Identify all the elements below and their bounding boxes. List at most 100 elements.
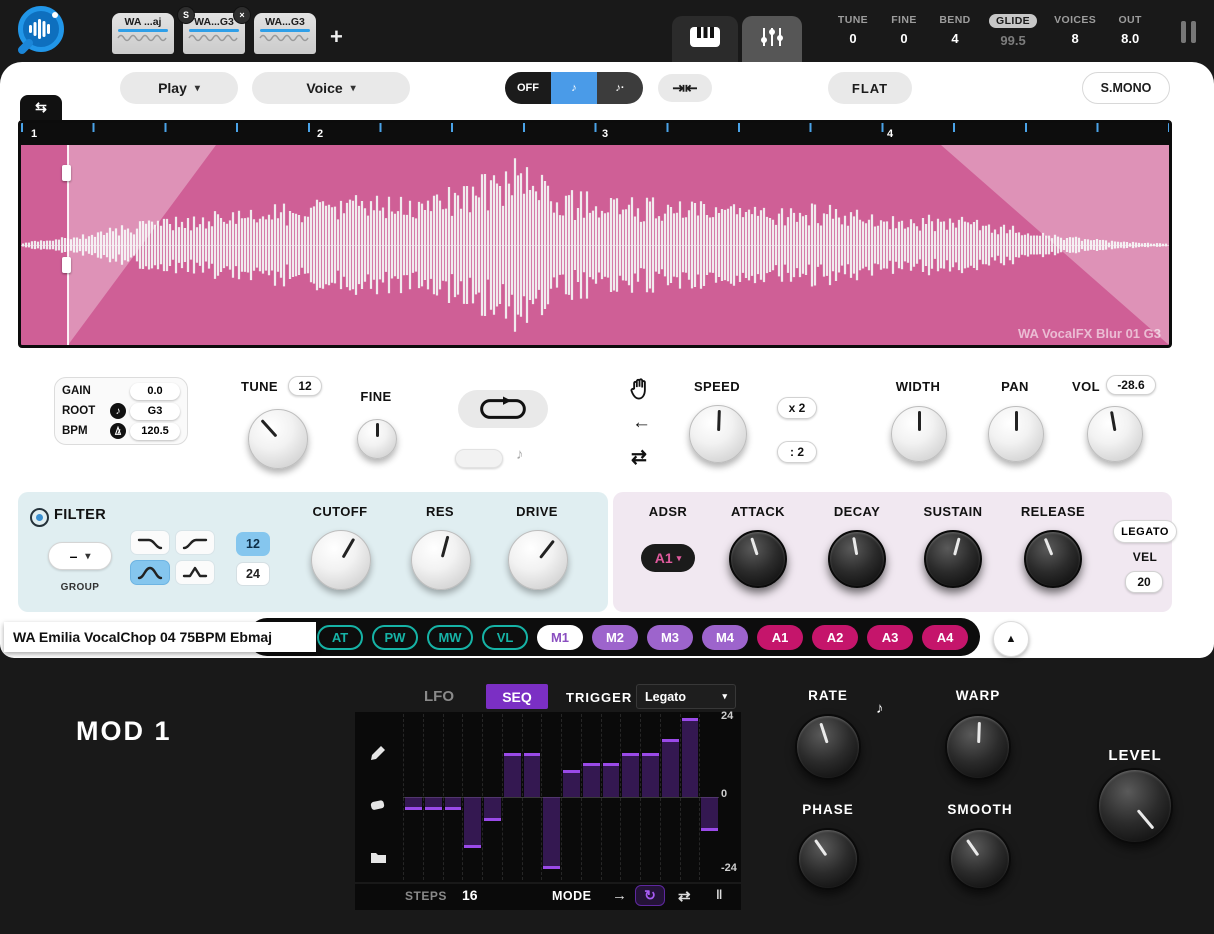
seq-step-11[interactable] xyxy=(601,714,621,880)
legato-button[interactable]: LEGATO xyxy=(1113,520,1177,543)
loop-playback-button[interactable] xyxy=(458,390,548,428)
speed-half-button[interactable]: : 2 xyxy=(777,441,817,463)
tune-knob-value[interactable]: 12 xyxy=(288,376,322,396)
tune-value[interactable]: 0 xyxy=(849,31,856,46)
source-mw-button[interactable]: MW xyxy=(427,625,473,650)
waveform-area[interactable]: WA VocalFX Blur 01 G3 xyxy=(21,145,1169,345)
seq-step-13[interactable] xyxy=(640,714,660,880)
loop-sync-value[interactable] xyxy=(455,449,503,468)
vol-knob-value[interactable]: -28.6 xyxy=(1106,375,1156,395)
loop-note-icon[interactable]: ♪ xyxy=(516,446,524,463)
mode-loop-button[interactable]: ↻ xyxy=(635,885,665,906)
collapse-panel-button[interactable]: ▲ xyxy=(993,621,1029,657)
start-marker-handle[interactable] xyxy=(62,257,71,273)
tab-seq[interactable]: SEQ xyxy=(486,684,548,709)
drive-knob[interactable] xyxy=(508,530,568,590)
filter-highpass-button[interactable] xyxy=(175,530,215,555)
sample-tab-1[interactable]: WA ...aj xyxy=(112,13,174,54)
sync-straight-button[interactable]: ♪ xyxy=(551,72,597,104)
tab-mixer-view[interactable] xyxy=(742,16,802,62)
sustain-knob[interactable] xyxy=(924,530,982,588)
seq-step-10[interactable] xyxy=(581,714,601,880)
warp-knob[interactable] xyxy=(945,714,1011,780)
rate-sync-note-icon[interactable]: ♪ xyxy=(876,700,884,717)
bend-value[interactable]: 4 xyxy=(951,31,958,46)
seq-step-5[interactable] xyxy=(482,714,502,880)
fine-value[interactable]: 0 xyxy=(900,31,907,46)
filter-lowpass-button[interactable] xyxy=(130,530,170,555)
close-tab-icon[interactable]: × xyxy=(233,6,251,24)
seq-step-14[interactable] xyxy=(660,714,680,880)
seq-step-3[interactable] xyxy=(443,714,463,880)
source-vl-button[interactable]: VL xyxy=(482,625,528,650)
load-pattern-tool[interactable] xyxy=(363,842,393,872)
mode-hold-button[interactable]: ‖ xyxy=(716,887,722,902)
mode-pingpong-button[interactable]: ⇄ xyxy=(678,887,691,905)
seq-step-1[interactable] xyxy=(403,714,423,880)
filter-bandpass-button[interactable] xyxy=(130,560,170,585)
smooth-knob[interactable] xyxy=(949,828,1011,890)
width-knob[interactable] xyxy=(891,406,947,462)
filter-enable-toggle[interactable] xyxy=(30,508,49,527)
sync-off-button[interactable]: OFF xyxy=(505,72,551,104)
reverse-tool[interactable]: ← xyxy=(632,412,651,434)
root-note-value[interactable]: G3 xyxy=(130,403,180,420)
solo-badge[interactable]: S xyxy=(177,6,195,24)
seq-step-4[interactable] xyxy=(462,714,482,880)
flat-button[interactable]: FLAT xyxy=(828,72,912,104)
rate-knob[interactable] xyxy=(795,714,861,780)
trigger-dropdown[interactable]: Legato▾ xyxy=(636,684,736,709)
fine-knob[interactable] xyxy=(357,419,397,459)
tab-keyboard-view[interactable] xyxy=(672,16,738,62)
speed-double-button[interactable]: x 2 xyxy=(777,397,817,419)
seq-step-9[interactable] xyxy=(561,714,581,880)
tune-knob[interactable] xyxy=(248,409,308,469)
filter-group-dropdown[interactable]: –▾ xyxy=(48,542,112,570)
voices-value[interactable]: 8 xyxy=(1072,31,1079,46)
glide-value[interactable]: 99.5 xyxy=(1000,33,1025,48)
waveform-display[interactable]: 1 2 3 4 WA VocalFX Blur 01 G3 xyxy=(18,120,1172,348)
level-knob[interactable] xyxy=(1097,768,1173,844)
source-at-button[interactable]: AT xyxy=(317,625,363,650)
seq-step-6[interactable] xyxy=(502,714,522,880)
mode-forward-button[interactable]: → xyxy=(612,887,627,904)
seq-step-2[interactable] xyxy=(423,714,443,880)
envelope-select-dropdown[interactable]: A1▾ xyxy=(641,544,695,572)
attack-knob[interactable] xyxy=(729,530,787,588)
sync-dotted-button[interactable]: ♪· xyxy=(597,72,643,104)
speed-knob[interactable] xyxy=(689,405,747,463)
seq-step-16[interactable] xyxy=(699,714,719,880)
add-tab-button[interactable]: + xyxy=(330,24,343,50)
decay-knob[interactable] xyxy=(828,530,886,588)
phase-knob[interactable] xyxy=(797,828,859,890)
pan-knob[interactable] xyxy=(988,406,1044,462)
slope-24db-button[interactable]: 24 xyxy=(236,562,270,586)
vel-value[interactable]: 20 xyxy=(1125,571,1163,593)
erase-tool[interactable] xyxy=(363,790,393,820)
swap-tool[interactable]: ⇄ xyxy=(631,446,647,469)
sample-tab-3[interactable]: WA...G3 xyxy=(254,13,316,54)
source-a3-button[interactable]: A3 xyxy=(867,625,913,650)
source-m4-button[interactable]: M4 xyxy=(702,625,748,650)
steps-value[interactable]: 16 xyxy=(462,887,478,903)
sample-tab-2[interactable]: S × WA...G3 xyxy=(183,13,245,54)
res-knob[interactable] xyxy=(411,530,471,590)
seq-step-8[interactable] xyxy=(541,714,561,880)
seq-step-7[interactable] xyxy=(522,714,542,880)
hand-drag-tool[interactable] xyxy=(630,378,650,405)
release-knob[interactable] xyxy=(1024,530,1082,588)
waveform-ruler[interactable]: 1 2 3 4 xyxy=(21,123,1169,145)
source-m1-button[interactable]: M1 xyxy=(537,625,583,650)
source-a1-button[interactable]: A1 xyxy=(757,625,803,650)
vol-knob[interactable] xyxy=(1087,406,1143,462)
draw-tool[interactable] xyxy=(363,738,393,768)
loop-mode-tab[interactable]: ⇆ xyxy=(20,95,62,120)
source-m2-button[interactable]: M2 xyxy=(592,625,638,650)
cutoff-knob[interactable] xyxy=(311,530,371,590)
start-marker-handle[interactable] xyxy=(62,165,71,181)
out-value[interactable]: 8.0 xyxy=(1121,31,1139,46)
stereo-mono-button[interactable]: S.MONO xyxy=(1082,72,1170,104)
source-pw-button[interactable]: PW xyxy=(372,625,418,650)
preset-name-box[interactable]: WA Emilia VocalChop 04 75BPM Ebmaj xyxy=(4,622,316,652)
seq-step-15[interactable] xyxy=(680,714,700,880)
